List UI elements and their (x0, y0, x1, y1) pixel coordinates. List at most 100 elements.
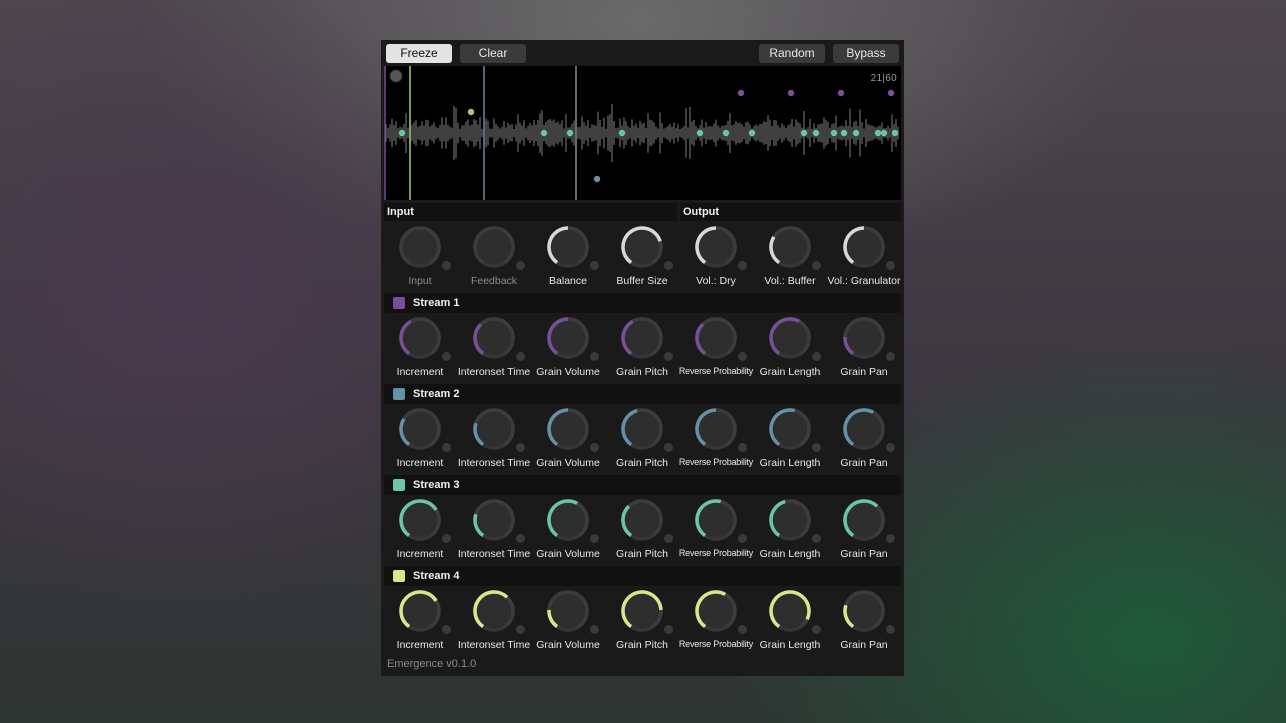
stream-1-knob-grain-volume[interactable]: Grain Volume (531, 314, 605, 380)
knob-label: Grain Pitch (616, 457, 668, 469)
stream-3-knob-grain-volume[interactable]: Grain Volume (531, 496, 605, 562)
modulation-button[interactable] (590, 261, 599, 270)
knob-label: Reverse Probability (678, 366, 754, 376)
knob-vol-buffer[interactable]: Vol.: Buffer (753, 223, 827, 289)
modulation-button[interactable] (442, 534, 451, 543)
stream-3-knob-grain-length[interactable]: Grain Length (753, 496, 827, 562)
stream-header-4: Stream 4 (384, 566, 901, 586)
modulation-button[interactable] (442, 261, 451, 270)
modulation-button[interactable] (664, 261, 673, 270)
knob-label: Increment (396, 639, 444, 651)
modulation-button[interactable] (664, 443, 673, 452)
stream-1-knob-grain-pan[interactable]: Grain Pan (827, 314, 901, 380)
modulation-button[interactable] (664, 625, 673, 634)
freeze-button[interactable]: Freeze (386, 44, 452, 63)
stream-4-knob-grain-length[interactable]: Grain Length (753, 587, 827, 653)
stream-1-knob-reverse-probability[interactable]: Reverse Probability (679, 314, 753, 380)
stream-3-knob-increment[interactable]: Increment (383, 496, 457, 562)
grain-dot (787, 89, 795, 97)
clear-button[interactable]: Clear (460, 44, 526, 63)
knob-buffer-size[interactable]: Buffer Size (605, 223, 679, 289)
knob-label: Grain Pan (840, 457, 888, 469)
grain-dot (398, 129, 406, 137)
knob-vol-dry[interactable]: Vol.: Dry (679, 223, 753, 289)
modulation-button[interactable] (590, 625, 599, 634)
modulation-button[interactable] (886, 261, 895, 270)
stream-color-swatch[interactable] (393, 297, 405, 309)
stream-2-knob-reverse-probability[interactable]: Reverse Probability (679, 405, 753, 471)
stream-1-knob-increment[interactable]: Increment (383, 314, 457, 380)
plugin-window: Freeze Clear Random Bypass 21|60 Input O… (381, 40, 904, 676)
knob-vol-granulator[interactable]: Vol.: Granulator (827, 223, 901, 289)
modulation-button[interactable] (516, 625, 525, 634)
stream-2-knob-grain-pan[interactable]: Grain Pan (827, 405, 901, 471)
output-section-label: Output (680, 203, 901, 221)
modulation-button[interactable] (738, 352, 747, 361)
grain-dot (593, 175, 601, 183)
stream-4-knob-grain-volume[interactable]: Grain Volume (531, 587, 605, 653)
modulation-button[interactable] (442, 352, 451, 361)
knob-label: Grain Length (759, 639, 821, 651)
modulation-button[interactable] (812, 534, 821, 543)
waveform-display[interactable]: 21|60 (384, 66, 901, 200)
modulation-button[interactable] (516, 534, 525, 543)
stream-1-knob-grain-length[interactable]: Grain Length (753, 314, 827, 380)
modulation-button[interactable] (664, 534, 673, 543)
modulation-button[interactable] (590, 443, 599, 452)
stream-4-knob-increment[interactable]: Increment (383, 587, 457, 653)
stream-header-1: Stream 1 (384, 293, 901, 313)
stream-title: Stream 1 (413, 297, 460, 309)
modulation-button[interactable] (590, 534, 599, 543)
stream-2-knob-grain-pitch[interactable]: Grain Pitch (605, 405, 679, 471)
modulation-button[interactable] (664, 352, 673, 361)
knob-feedback[interactable]: Feedback (457, 223, 531, 289)
modulation-button[interactable] (886, 443, 895, 452)
modulation-button[interactable] (886, 534, 895, 543)
stream-2-knob-grain-volume[interactable]: Grain Volume (531, 405, 605, 471)
knob-label: Interonset Time (457, 366, 531, 378)
input-section-label: Input (384, 203, 677, 221)
knob-label: Grain Volume (536, 639, 600, 651)
stream-1-knob-interonset-time[interactable]: Interonset Time (457, 314, 531, 380)
stream-2-knob-interonset-time[interactable]: Interonset Time (457, 405, 531, 471)
knob-label: Grain Pitch (616, 548, 668, 560)
modulation-button[interactable] (590, 352, 599, 361)
stream-3-knob-interonset-time[interactable]: Interonset Time (457, 496, 531, 562)
knob-label: Interonset Time (457, 639, 531, 651)
modulation-button[interactable] (812, 261, 821, 270)
modulation-button[interactable] (442, 625, 451, 634)
stream-2-knob-grain-length[interactable]: Grain Length (753, 405, 827, 471)
stream-color-swatch[interactable] (393, 570, 405, 582)
knob-label: Interonset Time (457, 457, 531, 469)
stream-4-knob-grain-pitch[interactable]: Grain Pitch (605, 587, 679, 653)
modulation-button[interactable] (738, 534, 747, 543)
modulation-button[interactable] (812, 352, 821, 361)
modulation-button[interactable] (886, 625, 895, 634)
modulation-button[interactable] (738, 261, 747, 270)
stream-title: Stream 4 (413, 570, 460, 582)
stream-4-knob-interonset-time[interactable]: Interonset Time (457, 587, 531, 653)
knob-label: Grain Length (759, 548, 821, 560)
random-button[interactable]: Random (759, 44, 825, 63)
modulation-button[interactable] (738, 625, 747, 634)
stream-3-knob-grain-pan[interactable]: Grain Pan (827, 496, 901, 562)
modulation-button[interactable] (442, 443, 451, 452)
stream-4-knob-reverse-probability[interactable]: Reverse Probability (679, 587, 753, 653)
stream-4-knob-grain-pan[interactable]: Grain Pan (827, 587, 901, 653)
modulation-button[interactable] (516, 352, 525, 361)
modulation-button[interactable] (516, 443, 525, 452)
knob-balance[interactable]: Balance (531, 223, 605, 289)
modulation-button[interactable] (516, 261, 525, 270)
stream-color-swatch[interactable] (393, 388, 405, 400)
modulation-button[interactable] (738, 443, 747, 452)
stream-color-swatch[interactable] (393, 479, 405, 491)
modulation-button[interactable] (812, 443, 821, 452)
stream-2-knob-increment[interactable]: Increment (383, 405, 457, 471)
bypass-button[interactable]: Bypass (833, 44, 899, 63)
modulation-button[interactable] (812, 625, 821, 634)
stream-1-knob-grain-pitch[interactable]: Grain Pitch (605, 314, 679, 380)
stream-3-knob-grain-pitch[interactable]: Grain Pitch (605, 496, 679, 562)
modulation-button[interactable] (886, 352, 895, 361)
knob-input[interactable]: Input (383, 223, 457, 289)
stream-3-knob-reverse-probability[interactable]: Reverse Probability (679, 496, 753, 562)
